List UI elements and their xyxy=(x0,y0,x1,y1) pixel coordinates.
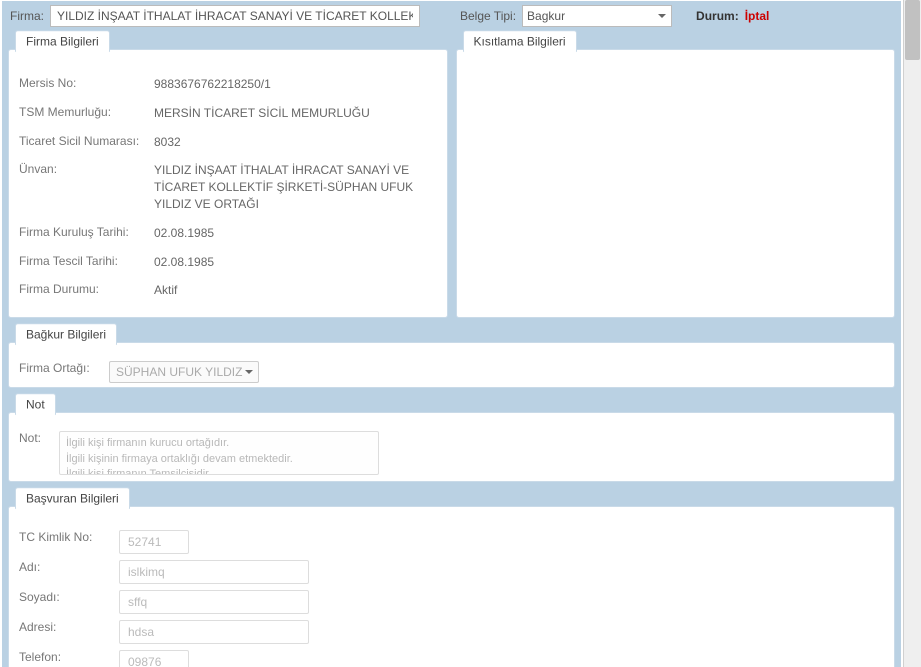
belge-tipi-label: Belge Tipi: xyxy=(460,9,516,23)
not-label: Not: xyxy=(19,431,59,445)
durum-label: Durum: xyxy=(696,9,739,23)
not-line3: İlgili kişi firmanın Temsilcisidir. xyxy=(66,467,372,475)
not-textarea[interactable]: İlgili kişi firmanın kurucu ortağıdır. İ… xyxy=(59,431,379,475)
durum-value: İptal xyxy=(745,9,770,23)
basvuran-bilgileri-panel: Başvuran Bilgileri TC Kimlik No: Adı: So… xyxy=(8,506,895,667)
bagkur-bilgileri-panel: Bağkur Bilgileri Firma Ortağı: SÜPHAN UF… xyxy=(8,342,895,388)
firma-bilgileri-tab[interactable]: Firma Bilgileri xyxy=(15,30,110,52)
not-panel: Not Not: İlgili kişi firmanın kurucu ort… xyxy=(8,412,895,482)
kisitlama-bilgileri-panel: Kısıtlama Bilgileri xyxy=(456,49,896,318)
vertical-scrollbar[interactable] xyxy=(903,0,921,667)
top-bar: Firma: Belge Tipi: Bagkur Durum: İptal xyxy=(2,1,901,31)
firma-ortagi-label: Firma Ortağı: xyxy=(19,361,109,375)
tsm-value: MERSİN TİCARET SİCİL MEMURLUĞU xyxy=(154,105,437,122)
ticaret-sicil-value: 8032 xyxy=(154,134,437,151)
adi-input[interactable] xyxy=(119,560,309,584)
adresi-input[interactable] xyxy=(119,620,309,644)
firma-bilgileri-panel: Firma Bilgileri Mersis No: 9883676762218… xyxy=(8,49,448,318)
adresi-label: Adresi: xyxy=(19,620,119,634)
bagkur-bilgileri-tab[interactable]: Bağkur Bilgileri xyxy=(15,323,117,345)
firma-label: Firma: xyxy=(10,9,44,23)
telefon-input[interactable] xyxy=(119,650,189,667)
tescil-tarihi-label: Firma Tescil Tarihi: xyxy=(19,254,154,268)
not-line1: İlgili kişi firmanın kurucu ortağıdır. xyxy=(66,436,372,451)
kurulus-tarihi-label: Firma Kuruluş Tarihi: xyxy=(19,225,154,239)
not-line2: İlgili kişinin firmaya ortaklığı devam e… xyxy=(66,452,372,467)
mersis-no-label: Mersis No: xyxy=(19,76,154,90)
kisitlama-bilgileri-tab[interactable]: Kısıtlama Bilgileri xyxy=(463,30,577,52)
ticaret-sicil-label: Ticaret Sicil Numarası: xyxy=(19,134,154,148)
scrollbar-thumb[interactable] xyxy=(905,0,920,60)
firma-durumu-label: Firma Durumu: xyxy=(19,282,154,296)
unvan-value: YILDIZ İNŞAAT İTHALAT İHRACAT SANAYİ VE … xyxy=(154,162,437,212)
mersis-no-value: 9883676762218250/1 xyxy=(154,76,437,93)
firma-durumu-value: Aktif xyxy=(154,282,437,299)
tc-kimlik-input[interactable] xyxy=(119,530,189,554)
firma-input[interactable] xyxy=(50,5,420,27)
not-tab[interactable]: Not xyxy=(15,393,56,415)
kurulus-tarihi-value: 02.08.1985 xyxy=(154,225,437,242)
adi-label: Adı: xyxy=(19,560,119,574)
soyadi-label: Soyadı: xyxy=(19,590,119,604)
tescil-tarihi-value: 02.08.1985 xyxy=(154,254,437,271)
unvan-label: Ünvan: xyxy=(19,162,154,176)
tsm-label: TSM Memurluğu: xyxy=(19,105,154,119)
firma-ortagi-select[interactable]: SÜPHAN UFUK YILDIZ xyxy=(109,361,259,383)
telefon-label: Telefon: xyxy=(19,650,119,664)
soyadi-input[interactable] xyxy=(119,590,309,614)
basvuran-bilgileri-tab[interactable]: Başvuran Bilgileri xyxy=(15,487,130,509)
tc-kimlik-label: TC Kimlik No: xyxy=(19,530,119,544)
belge-tipi-select[interactable]: Bagkur xyxy=(522,5,672,27)
